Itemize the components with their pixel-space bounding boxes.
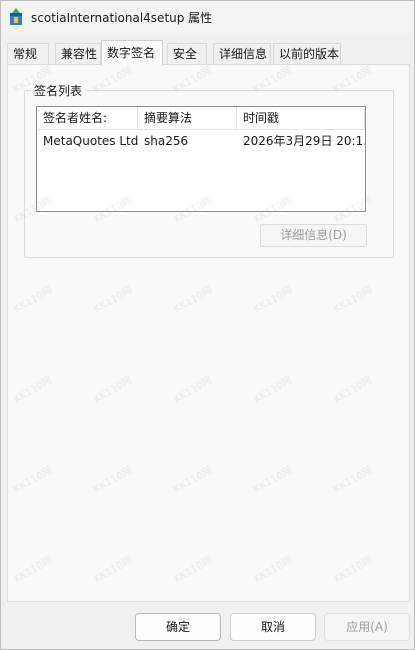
tab-details[interactable]: 详细信息 (213, 43, 271, 65)
listview-header: 签名者姓名: 摘要算法 时间戳 (37, 107, 365, 130)
signer-name-cell: MetaQuotes Ltd. (43, 134, 138, 148)
ok-button[interactable]: 确定 (135, 613, 221, 641)
signature-list-label: 签名列表 (31, 82, 86, 99)
tab-strip: 常规 兼容性 数字签名 安全 详细信息 以前的版本 (7, 40, 407, 66)
column-signer-name[interactable]: 签名者姓名: (37, 107, 138, 130)
signature-listview[interactable]: 签名者姓名: 摘要算法 时间戳 MetaQuotes Ltd. sha256 2… (36, 106, 366, 212)
window-title: scotiaInternational4setup 属性 (31, 11, 213, 25)
digital-signatures-panel: 签名列表 签名者姓名: 摘要算法 时间戳 MetaQuotes Ltd. sha… (7, 64, 410, 602)
signature-details-button[interactable]: 详细信息(D) (260, 224, 367, 247)
column-digest-algorithm[interactable]: 摘要算法 (138, 107, 237, 130)
signature-row[interactable]: MetaQuotes Ltd. sha256 2026年3月29日 20:1..… (37, 131, 365, 151)
tab-previous-versions[interactable]: 以前的版本 (273, 43, 341, 65)
installer-icon (8, 8, 24, 26)
cancel-button[interactable]: 取消 (230, 613, 316, 641)
title-bar: scotiaInternational4setup 属性 (1, 1, 414, 33)
tab-digital-signatures[interactable]: 数字签名 (101, 40, 163, 66)
column-timestamp[interactable]: 时间戳 (237, 107, 365, 130)
timestamp-cell: 2026年3月29日 20:1... (243, 134, 365, 148)
properties-dialog: scotiaInternational4setup 属性 常规 兼容性 数字签名… (0, 0, 415, 650)
tab-security[interactable]: 安全 (167, 43, 207, 65)
signature-list-group: 签名列表 签名者姓名: 摘要算法 时间戳 MetaQuotes Ltd. sha… (24, 82, 394, 258)
tab-general[interactable]: 常规 (7, 43, 49, 65)
digest-algorithm-cell: sha256 (144, 134, 189, 148)
apply-button[interactable]: 应用(A) (324, 613, 410, 641)
tab-compatibility[interactable]: 兼容性 (55, 43, 101, 65)
